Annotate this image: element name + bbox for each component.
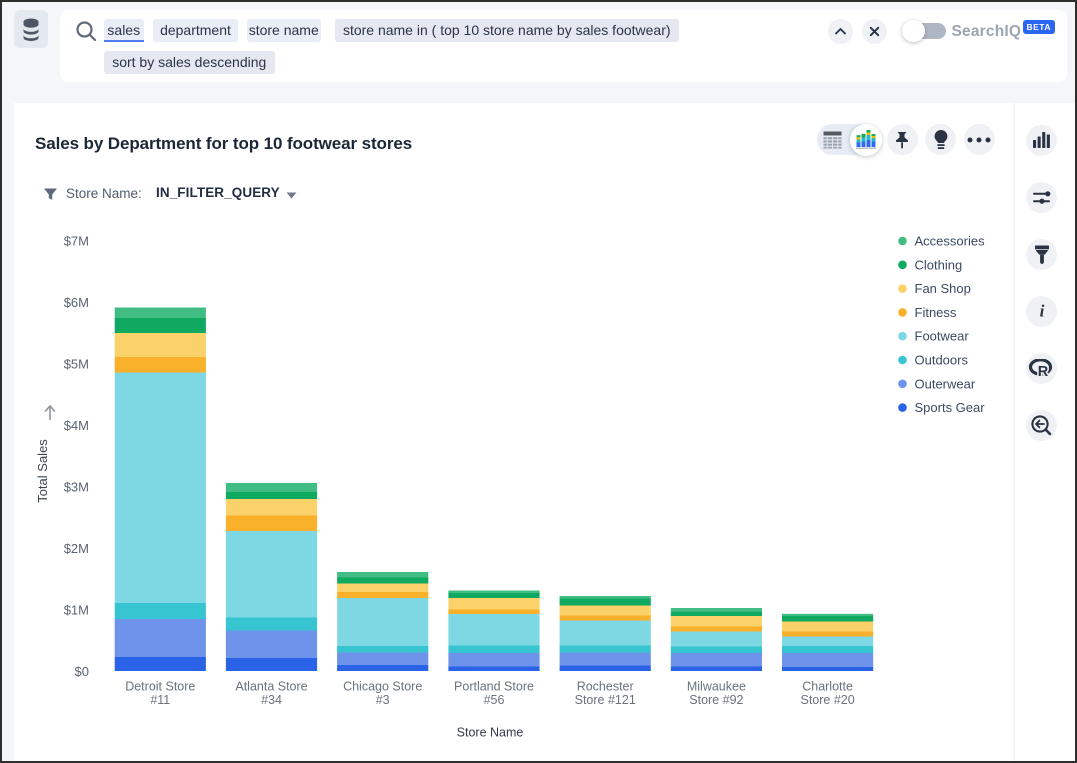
svg-text:Fitness: Fitness — [915, 305, 957, 320]
svg-text:$7M: $7M — [64, 234, 89, 249]
svg-text:Fan Shop: Fan Shop — [915, 281, 971, 296]
svg-text:Clothing: Clothing — [915, 257, 963, 272]
svg-text:Total Sales: Total Sales — [35, 439, 50, 503]
svg-text:Store #121: Store #121 — [575, 693, 636, 707]
svg-text:R: R — [1038, 364, 1049, 378]
svg-text:Outerwear: Outerwear — [915, 376, 976, 391]
svg-text:$6M: $6M — [64, 295, 89, 310]
svg-text:Charlotte: Charlotte — [802, 680, 853, 694]
svg-text:#56: #56 — [484, 693, 505, 707]
svg-text:Chicago Store: Chicago Store — [343, 680, 422, 694]
svg-text:$2M: $2M — [64, 541, 89, 556]
svg-text:$4M: $4M — [64, 418, 89, 433]
svg-text:Portland Store: Portland Store — [454, 680, 534, 694]
svg-text:$1M: $1M — [64, 603, 89, 618]
svg-text:#3: #3 — [376, 693, 390, 707]
svg-text:$0: $0 — [75, 664, 89, 679]
svg-text:$5M: $5M — [64, 357, 89, 372]
svg-text:Sports Gear: Sports Gear — [915, 400, 986, 415]
svg-text:Store #92: Store #92 — [689, 693, 743, 707]
svg-text:#34: #34 — [261, 693, 282, 707]
svg-text:#11: #11 — [150, 693, 170, 707]
svg-text:Atlanta Store: Atlanta Store — [235, 680, 307, 694]
svg-text:i: i — [1039, 303, 1044, 319]
svg-text:$3M: $3M — [64, 480, 89, 495]
svg-text:Store #20: Store #20 — [800, 693, 854, 707]
svg-text:Rochester: Rochester — [577, 680, 634, 694]
svg-text:Footwear: Footwear — [915, 329, 970, 344]
svg-text:Store Name: Store Name — [457, 726, 524, 740]
svg-text:Detroit Store: Detroit Store — [125, 680, 195, 694]
svg-text:Outdoors: Outdoors — [915, 353, 969, 368]
svg-text:Milwaukee: Milwaukee — [687, 680, 746, 694]
svg-text:Accessories: Accessories — [915, 234, 986, 249]
